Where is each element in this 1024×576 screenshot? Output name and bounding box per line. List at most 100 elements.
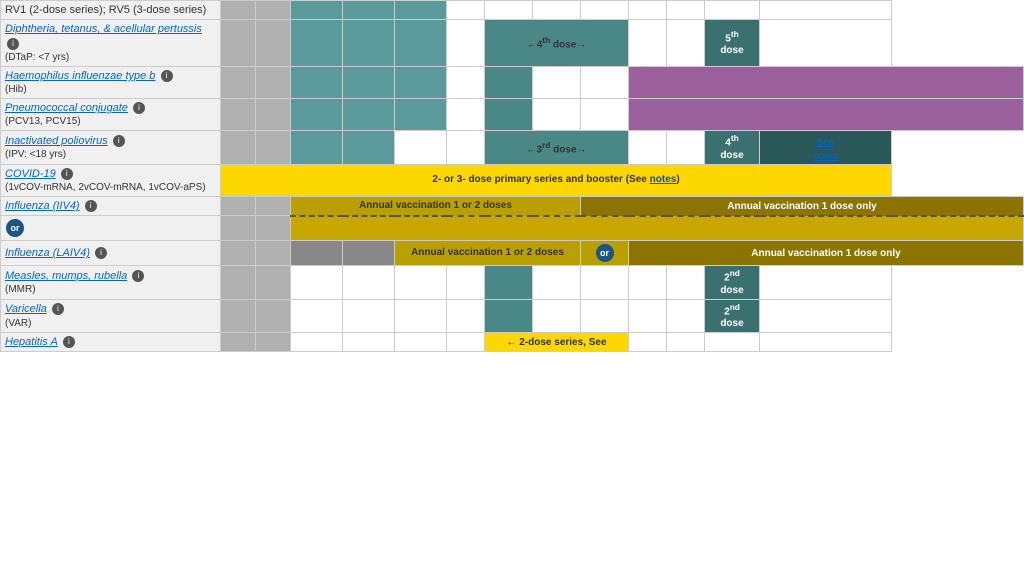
mmr-cell-3y xyxy=(667,266,705,299)
mmr-cell-9m xyxy=(447,266,485,299)
dtap-cell-birth xyxy=(221,20,256,67)
hepa-cell-4m xyxy=(343,333,395,352)
covid-notes-link[interactable]: notes xyxy=(650,174,677,185)
varicella-cell-18m xyxy=(581,299,629,332)
hepa-row: Hepatitis A i ← 2-dose series, See xyxy=(1,333,1024,352)
mmr-info-icon[interactable]: i xyxy=(132,270,144,282)
dtap-arrow-cell: ←4th dose→ xyxy=(485,20,629,67)
mmr-cell-rest xyxy=(760,266,892,299)
dtap-dose5-cell: 5thdose xyxy=(705,20,760,67)
iiv4-right-text: Annual vaccination 1 dose only xyxy=(585,201,1019,212)
iiv4-left-span: Annual vaccination 1 or 2 doses xyxy=(291,197,581,216)
vaccine-schedule-table: RV1 (2-dose series); RV5 (3-dose series)… xyxy=(0,0,1024,352)
laiv4-or-cell: or xyxy=(581,241,629,266)
ipv-subtext: (IPV: <18 yrs) xyxy=(5,148,216,161)
rv-cell-8 xyxy=(533,1,581,20)
varicella-info-icon[interactable]: i xyxy=(52,303,64,315)
mmr-cell-4m xyxy=(343,266,395,299)
dtap-cell-2m xyxy=(291,20,343,67)
varicella-link[interactable]: Varicella xyxy=(5,303,47,315)
pneumo-link[interactable]: Pneumococcal conjugate xyxy=(5,102,128,114)
pneumo-cell-18m xyxy=(581,99,629,131)
mmr-row: Measles, mumps, rubella i (MMR) 2nddose xyxy=(1,266,1024,299)
rv-cell-1 xyxy=(221,1,256,20)
mmr-cell-2m xyxy=(291,266,343,299)
varicella-cell-6m xyxy=(395,299,447,332)
pneumo-purple-span xyxy=(629,99,1024,131)
pneumo-cell-2m xyxy=(291,99,343,131)
influenza-iiv4-link[interactable]: Influenza (IIV4) xyxy=(5,200,80,212)
pneumo-subtext: (PCV13, PCV15) xyxy=(5,115,216,128)
dtap-info-icon[interactable]: i xyxy=(7,38,19,50)
hib-link[interactable]: Haemophilus influenzae type b xyxy=(5,70,155,82)
hepa-arrow-cell: ← 2-dose series, See xyxy=(485,333,629,352)
dtap-arrow-text: ←4th dose→ xyxy=(489,35,624,50)
ipv-dose4-text: 4thdose xyxy=(709,133,755,161)
hib-cell-15m xyxy=(533,66,581,98)
ipv-see-notes-link[interactable]: Seenotes xyxy=(813,137,837,162)
dtap-cell-9m xyxy=(447,20,485,67)
influenza-laiv4-link[interactable]: Influenza (LAIV4) xyxy=(5,247,90,259)
hib-cell-birth xyxy=(221,66,256,98)
covid-span-cell: 2- or 3- dose primary series and booster… xyxy=(221,164,892,196)
ipv-link[interactable]: Inactivated poliovirus xyxy=(5,135,108,147)
mmr-subtext: (MMR) xyxy=(5,283,216,296)
pneumo-cell-birth xyxy=(221,99,256,131)
hib-row: Haemophilus influenzae type b i (Hib) xyxy=(1,66,1024,98)
hib-cell-6m xyxy=(395,66,447,98)
influenza-iiv4-info-icon[interactable]: i xyxy=(85,200,97,212)
hepa-cell-6m xyxy=(395,333,447,352)
varicella-cell-1m xyxy=(256,299,291,332)
or-badge: or xyxy=(6,219,24,237)
varicella-cell-rest xyxy=(760,299,892,332)
influenza-laiv4-info-icon[interactable]: i xyxy=(95,247,107,259)
rv-cell-9 xyxy=(581,1,629,20)
hepa-arrow-text: ← 2-dose series, See xyxy=(489,337,624,348)
covid-info-icon[interactable]: i xyxy=(61,168,73,180)
hepa-cell-4y xyxy=(705,333,760,352)
mmr-cell-6m xyxy=(395,266,447,299)
hib-cell-12m xyxy=(485,66,533,98)
iiv4-cell-birth xyxy=(221,197,256,216)
ipv-see-notes-cell: Seenotes xyxy=(760,131,892,164)
pneumo-cell-6m xyxy=(395,99,447,131)
hepa-cell-1m xyxy=(256,333,291,352)
mmr-cell-12m xyxy=(485,266,533,299)
mmr-link[interactable]: Measles, mumps, rubella xyxy=(5,270,127,282)
ipv-cell-3y xyxy=(667,131,705,164)
laiv4-cell-4m xyxy=(343,241,395,266)
rv-cell-4 xyxy=(343,1,395,20)
covid-link[interactable]: COVID-19 xyxy=(5,168,56,180)
ipv-cell-4m xyxy=(343,131,395,164)
rv-cell-12 xyxy=(705,1,760,20)
dtap-subtext: (DTaP: <7 yrs) xyxy=(5,51,216,64)
hib-info-icon[interactable]: i xyxy=(161,70,173,82)
hepa-cell-birth xyxy=(221,333,256,352)
rv-cell-10 xyxy=(629,1,667,20)
varicella-dose2-text: 2nddose xyxy=(709,302,755,330)
pneumo-info-icon[interactable]: i xyxy=(133,102,145,114)
varicella-cell-3y xyxy=(667,299,705,332)
laiv4-mid-span: Annual vaccination 1 or 2 doses xyxy=(395,241,581,266)
rv-cell-2 xyxy=(256,1,291,20)
ipv-dose4-cell: 4thdose xyxy=(705,131,760,164)
dtap-link[interactable]: Diphtheria, tetanus, & acellular pertuss… xyxy=(5,23,202,35)
ipv-info-icon[interactable]: i xyxy=(113,135,125,147)
hepa-info-icon[interactable]: i xyxy=(63,336,75,348)
mmr-cell-1m xyxy=(256,266,291,299)
rv-cell-5 xyxy=(395,1,447,20)
dtap-cell-6m xyxy=(395,20,447,67)
hepa-cell-2m xyxy=(291,333,343,352)
dtap-dose5-text: 5thdose xyxy=(709,29,755,57)
laiv4-right-span: Annual vaccination 1 dose only xyxy=(629,241,1024,266)
hib-cell-1m xyxy=(256,66,291,98)
varicella-subtext: (VAR) xyxy=(5,317,216,330)
or-row: or xyxy=(1,216,1024,241)
ipv-arrow-cell: ←3rd dose→ xyxy=(485,131,629,164)
hepa-link[interactable]: Hepatitis A xyxy=(5,336,58,348)
mmr-dose2-cell: 2nddose xyxy=(705,266,760,299)
or-label-cell: or xyxy=(1,216,221,241)
rv-cell-3 xyxy=(291,1,343,20)
pneumo-name-cell: Pneumococcal conjugate i (PCV13, PCV15) xyxy=(1,99,221,131)
varicella-dose2-cell: 2nddose xyxy=(705,299,760,332)
